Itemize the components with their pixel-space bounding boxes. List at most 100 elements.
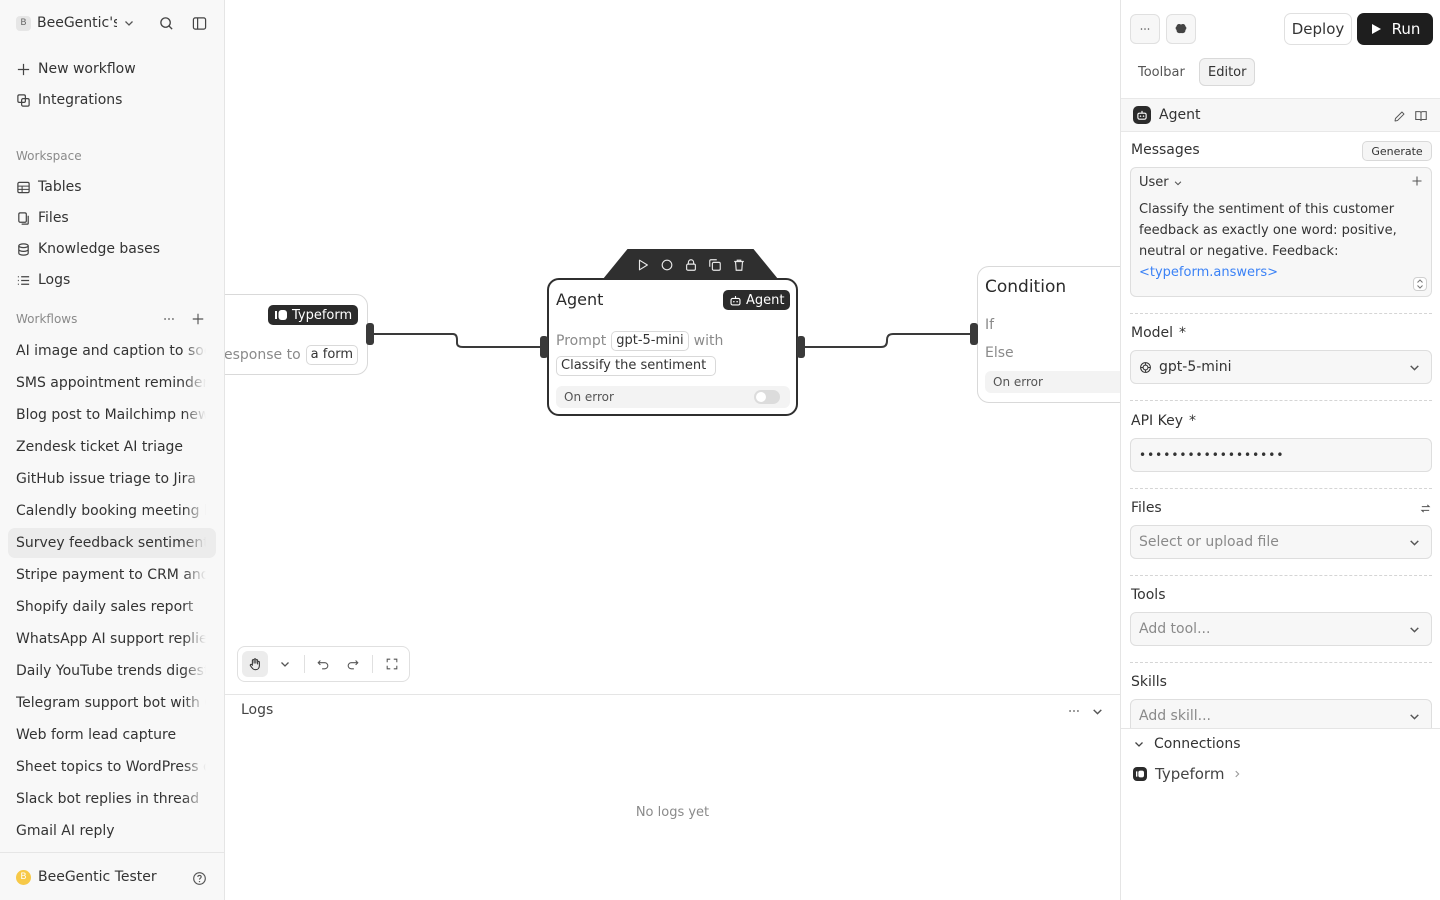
workspace-switcher[interactable]: B BeeGentic's bbox=[8, 10, 148, 36]
workflow-item[interactable]: Sheet topics to WordPress drafts bbox=[8, 752, 216, 782]
files-mode-toggle[interactable] bbox=[1415, 498, 1435, 518]
workflow-label: AI image and caption to social bbox=[16, 343, 206, 359]
connections-section: Connections Typeform bbox=[1121, 728, 1440, 783]
typeform-node[interactable]: Typeform esponse to a form bbox=[225, 294, 368, 375]
agent-node[interactable]: Agent Agent Prompt gpt-5-mini with Class… bbox=[547, 278, 798, 416]
help-button[interactable] bbox=[187, 866, 211, 890]
chevron-down-icon bbox=[1410, 365, 1419, 371]
tab-toolbar[interactable]: Toolbar bbox=[1130, 58, 1193, 86]
sidebar-item-knowledge-bases[interactable]: Knowledge bases bbox=[8, 235, 216, 263]
block-icon-badge bbox=[1133, 106, 1151, 124]
redo-button[interactable] bbox=[340, 651, 366, 677]
agent-input-handle[interactable] bbox=[540, 336, 548, 358]
workflow-item[interactable]: Blog post to Mailchimp newsletter bbox=[8, 400, 216, 430]
skills-placeholder: Add skill... bbox=[1139, 708, 1211, 724]
tools-select[interactable]: Add tool... bbox=[1130, 612, 1432, 646]
rename-block-button[interactable] bbox=[1387, 104, 1411, 128]
workflow-item[interactable]: Gmail AI reply bbox=[8, 816, 216, 846]
else-label: Else bbox=[985, 345, 1014, 361]
sidebar-item-tables[interactable]: Tables bbox=[8, 173, 216, 201]
plus-icon bbox=[17, 63, 30, 75]
node-title: Condition bbox=[985, 277, 1067, 297]
pan-tool-button[interactable] bbox=[242, 651, 268, 677]
integrations-link[interactable]: Integrations bbox=[8, 86, 216, 114]
workflow-item[interactable]: Slack bot replies in thread bbox=[8, 784, 216, 814]
copilot-button[interactable] bbox=[1166, 14, 1196, 44]
block-header: Agent bbox=[1121, 98, 1440, 132]
edge-typeform-agent bbox=[371, 333, 544, 348]
sidebar-item-files[interactable]: Files bbox=[8, 204, 216, 232]
on-error-toggle[interactable] bbox=[754, 390, 780, 404]
block-docs-button[interactable] bbox=[1409, 104, 1433, 128]
panel-more-button[interactable] bbox=[1130, 14, 1160, 44]
deploy-button[interactable]: Deploy bbox=[1284, 13, 1352, 45]
avatar: B bbox=[16, 869, 31, 885]
tab-editor[interactable]: Editor bbox=[1199, 58, 1256, 86]
new-workflow-button[interactable]: New workflow bbox=[8, 55, 216, 83]
workflow-item[interactable]: Stripe payment to CRM and bbox=[8, 560, 216, 590]
workflow-item[interactable]: GitHub issue triage to Jira bbox=[8, 464, 216, 494]
sidebar-item-logs[interactable]: Logs bbox=[8, 266, 216, 294]
connections-label: Connections bbox=[1154, 736, 1241, 752]
workflow-item[interactable]: Shopify daily sales report bbox=[8, 592, 216, 622]
message-content[interactable]: Classify the sentiment of this customer … bbox=[1139, 199, 1409, 283]
chevron-down-icon bbox=[1410, 540, 1419, 546]
connections-toggle[interactable]: Connections bbox=[1133, 736, 1241, 752]
lock-icon[interactable] bbox=[684, 258, 698, 272]
chevron-right-icon bbox=[1235, 770, 1240, 778]
workflow-item-active[interactable]: Survey feedback sentiment bbox=[8, 528, 216, 558]
workflows-more-button[interactable] bbox=[158, 308, 180, 330]
undo-button[interactable] bbox=[311, 651, 337, 677]
message-editor[interactable]: User Classify the sentiment of this cust… bbox=[1130, 167, 1432, 297]
block-editor-panel: Deploy Run Toolbar Editor Agent Messages… bbox=[1120, 0, 1440, 900]
duplicate-icon[interactable] bbox=[708, 258, 722, 272]
database-icon bbox=[18, 242, 29, 256]
run-button[interactable]: Run bbox=[1357, 13, 1433, 45]
logs-more-button[interactable] bbox=[1062, 699, 1086, 723]
connection-item[interactable]: Typeform bbox=[1133, 765, 1242, 783]
fit-view-button[interactable] bbox=[379, 651, 405, 677]
model-value: gpt-5-mini bbox=[1159, 359, 1232, 375]
workflow-item[interactable]: Daily YouTube trends digest bbox=[8, 656, 216, 686]
chevron-down-icon bbox=[1410, 627, 1419, 633]
prompt-pill: Classify the sentiment bbox=[556, 356, 716, 376]
add-message-button[interactable] bbox=[1407, 171, 1427, 191]
add-workflow-button[interactable] bbox=[187, 308, 209, 330]
condition-input-handle[interactable] bbox=[970, 323, 978, 345]
robot-icon bbox=[730, 295, 741, 306]
message-role-select[interactable]: User bbox=[1139, 175, 1183, 190]
workflow-label: SMS appointment reminders bbox=[16, 375, 206, 391]
workflow-item[interactable]: SMS appointment reminders bbox=[8, 368, 216, 398]
files-select[interactable]: Select or upload file bbox=[1130, 525, 1432, 559]
workflow-item[interactable]: AI image and caption to social bbox=[8, 336, 216, 366]
generate-button[interactable]: Generate bbox=[1362, 141, 1432, 161]
workflow-label: Sheet topics to WordPress drafts bbox=[16, 759, 206, 775]
logs-collapse-button[interactable] bbox=[1085, 699, 1109, 723]
play-icon[interactable] bbox=[636, 258, 650, 272]
required-mark: * bbox=[1188, 413, 1196, 429]
trash-icon[interactable] bbox=[732, 258, 746, 272]
search-button[interactable] bbox=[154, 11, 178, 35]
user-menu[interactable]: B BeeGentic Tester bbox=[16, 869, 157, 885]
tool-dropdown-button[interactable] bbox=[272, 651, 298, 677]
resize-handle[interactable] bbox=[1413, 277, 1427, 291]
toggle-sidebar-button[interactable] bbox=[187, 11, 211, 35]
workflow-item[interactable]: Telegram support bot with GPT bbox=[8, 688, 216, 718]
model-select[interactable]: gpt-5-mini bbox=[1130, 350, 1432, 384]
skills-select-clip: Add skill... bbox=[1121, 698, 1440, 728]
agent-output-handle[interactable] bbox=[797, 336, 805, 358]
circle-toggle-icon[interactable] bbox=[660, 258, 674, 272]
logs-empty-state: No logs yet bbox=[635, 805, 710, 820]
chevron-up-down-icon bbox=[1417, 279, 1423, 289]
workflow-item[interactable]: Zendesk ticket AI triage bbox=[8, 432, 216, 462]
workflow-item[interactable]: Web form lead capture bbox=[8, 720, 216, 750]
typeform-output-handle[interactable] bbox=[366, 323, 374, 345]
skills-select[interactable]: Add skill... bbox=[1130, 699, 1432, 728]
more-horizontal-icon bbox=[1140, 28, 1150, 30]
workflow-item[interactable]: Calendly booking meeting brief bbox=[8, 496, 216, 526]
workflow-item[interactable]: WhatsApp AI support replies bbox=[8, 624, 216, 654]
brain-icon bbox=[1175, 24, 1187, 34]
workflow-canvas[interactable]: Typeform esponse to a form Agent Agent P… bbox=[225, 0, 1120, 694]
api-key-input[interactable]: •••••••••••••••••• bbox=[1130, 438, 1432, 472]
condition-node[interactable]: Condition If Else On error bbox=[977, 266, 1120, 403]
